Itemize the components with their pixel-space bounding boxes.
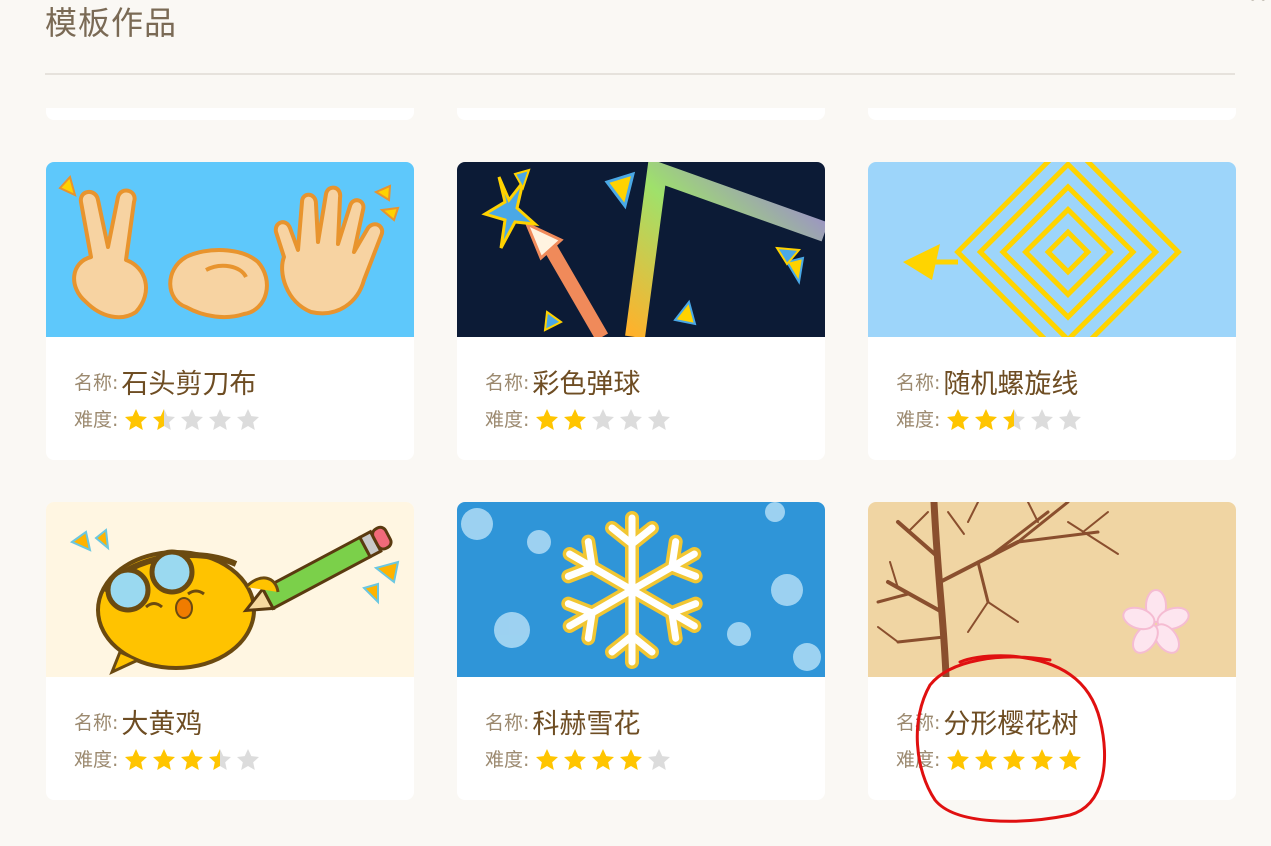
template-name: 分形樱花树 <box>943 709 1079 740</box>
header-divider <box>45 73 1235 75</box>
difficulty-row: 难度: <box>485 405 673 432</box>
difficulty-row: 难度: <box>485 745 673 772</box>
star-icon <box>153 748 176 770</box>
difficulty-row: 难度: <box>74 405 262 432</box>
template-card-yellow-chick[interactable]: 名称: 大黄鸡 难度: <box>46 502 414 800</box>
rock-paper-scissors-thumbnail[interactable] <box>46 162 414 337</box>
difficulty-label: 难度: <box>485 749 530 771</box>
difficulty-label: 难度: <box>896 409 941 431</box>
template-card-fractal-cherry-tree[interactable]: 名称: 分形樱花树 难度: <box>868 502 1236 800</box>
collapse-icon[interactable]: ^ <box>1247 0 1269 16</box>
name-label: 名称: <box>896 372 941 394</box>
star-icon <box>181 748 204 770</box>
difficulty-row: 难度: <box>74 745 262 772</box>
star-icon <box>153 408 176 430</box>
template-name: 随机螺旋线 <box>943 369 1079 400</box>
star-icon <box>1003 748 1026 770</box>
difficulty-rating <box>122 407 262 431</box>
template-name-row: 名称: 科赫雪花 <box>485 702 640 741</box>
template-name-row: 名称: 石头剪刀布 <box>74 362 256 401</box>
template-name-row: 名称: 随机螺旋线 <box>896 362 1078 401</box>
template-name-row: 名称: 彩色弹球 <box>485 362 640 401</box>
difficulty-rating <box>944 407 1084 431</box>
star-icon <box>620 408 643 430</box>
template-name: 彩色弹球 <box>532 369 641 400</box>
star-icon <box>1031 408 1054 430</box>
difficulty-rating <box>944 747 1084 771</box>
template-card-rock-paper-scissors[interactable]: 名称: 石头剪刀布 难度: <box>46 162 414 460</box>
template-name: 石头剪刀布 <box>121 369 257 400</box>
difficulty-row: 难度: <box>896 745 1084 772</box>
star-icon <box>975 408 998 430</box>
yellow-chick-thumbnail[interactable] <box>46 502 414 677</box>
previous-row-card-bottom <box>46 108 414 120</box>
difficulty-row: 难度: <box>896 405 1084 432</box>
template-card-random-spiral[interactable]: 名称: 随机螺旋线 难度: <box>868 162 1236 460</box>
difficulty-rating <box>533 407 673 431</box>
colorful-ball-thumbnail[interactable] <box>457 162 825 337</box>
star-icon <box>181 408 204 430</box>
star-icon <box>209 408 232 430</box>
star-icon <box>125 408 148 430</box>
previous-row-card-bottom <box>457 108 825 120</box>
star-icon <box>648 408 671 430</box>
star-icon <box>237 408 260 430</box>
star-icon <box>564 408 587 430</box>
name-label: 名称: <box>896 712 941 734</box>
name-label: 名称: <box>74 372 119 394</box>
star-icon <box>1059 408 1082 430</box>
koch-snowflake-thumbnail[interactable] <box>457 502 825 677</box>
star-icon <box>536 408 559 430</box>
star-icon <box>1003 408 1026 430</box>
template-name: 科赫雪花 <box>532 709 641 740</box>
template-name-row: 名称: 大黄鸡 <box>74 702 202 741</box>
star-icon <box>1031 748 1054 770</box>
template-name-row: 名称: 分形樱花树 <box>896 702 1078 741</box>
difficulty-rating <box>533 747 673 771</box>
difficulty-rating <box>122 747 262 771</box>
star-icon <box>648 748 671 770</box>
star-icon <box>237 748 260 770</box>
star-icon <box>209 748 232 770</box>
template-card-koch-snowflake[interactable]: 名称: 科赫雪花 难度: <box>457 502 825 800</box>
star-icon <box>975 748 998 770</box>
difficulty-label: 难度: <box>485 409 530 431</box>
random-spiral-thumbnail[interactable] <box>868 162 1236 337</box>
star-icon <box>1059 748 1082 770</box>
difficulty-label: 难度: <box>74 409 119 431</box>
difficulty-label: 难度: <box>74 749 119 771</box>
star-icon <box>947 408 970 430</box>
template-card-colorful-ball[interactable]: 名称: 彩色弹球 难度: <box>457 162 825 460</box>
page-title: 模板作品 <box>45 4 178 42</box>
name-label: 名称: <box>485 372 530 394</box>
fractal-cherry-tree-thumbnail[interactable] <box>868 502 1236 677</box>
previous-row-card-bottom <box>868 108 1236 120</box>
template-name: 大黄鸡 <box>121 709 203 740</box>
star-icon <box>564 748 587 770</box>
star-icon <box>125 748 148 770</box>
star-icon <box>620 748 643 770</box>
difficulty-label: 难度: <box>896 749 941 771</box>
star-icon <box>592 408 615 430</box>
star-icon <box>947 748 970 770</box>
name-label: 名称: <box>485 712 530 734</box>
name-label: 名称: <box>74 712 119 734</box>
star-icon <box>536 748 559 770</box>
star-icon <box>592 748 615 770</box>
